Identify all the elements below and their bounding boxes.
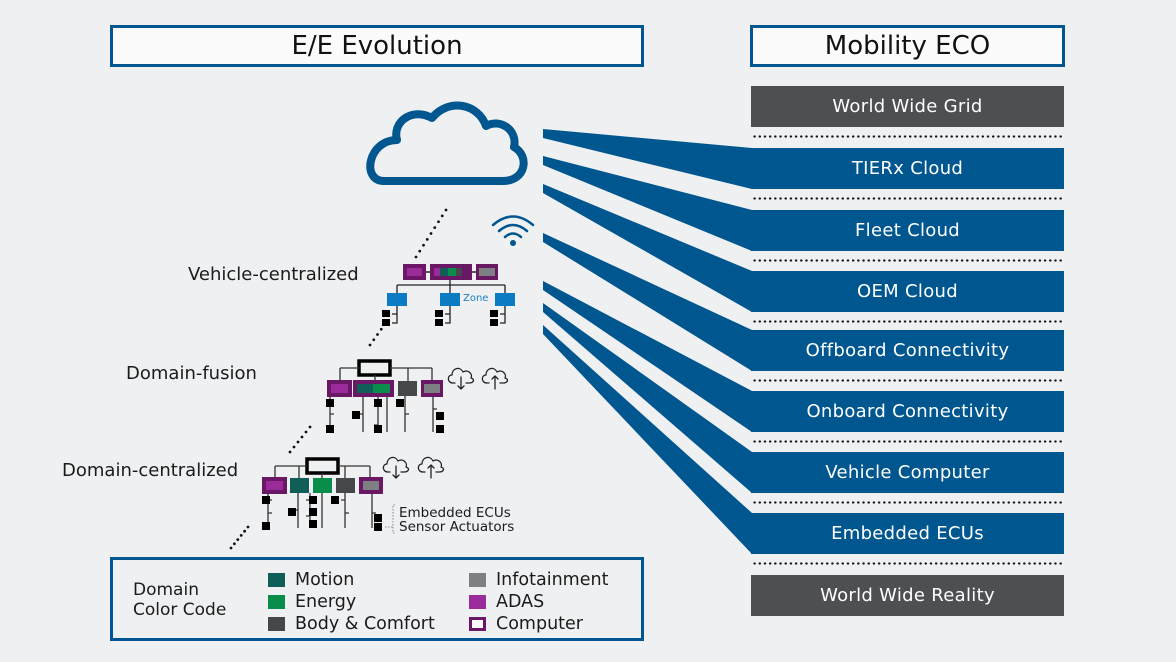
motion-swatch	[268, 573, 285, 587]
adas-swatch	[469, 595, 486, 609]
infotainment-swatch	[469, 573, 486, 587]
energy-swatch	[268, 595, 285, 609]
path-dot	[372, 338, 376, 342]
path-dot	[233, 542, 236, 546]
legend-item-body-comfort: Body & Comfort	[268, 614, 435, 634]
wifi-icon	[491, 215, 535, 246]
path-dot	[296, 440, 300, 444]
legend-item-infotainment: Infotainment	[469, 570, 608, 590]
eco-layer-world-wide-reality: World Wide Reality	[751, 575, 1064, 616]
cloud-download-icon	[382, 456, 410, 479]
path-dot	[368, 343, 372, 347]
path-dot	[300, 435, 304, 439]
path-dot	[236, 538, 240, 541]
cloud-upload-icon	[481, 367, 509, 390]
legend-item-computer: Computer	[469, 614, 583, 634]
eco-layer-oem-cloud: OEM Cloud	[751, 271, 1064, 312]
level-label-vehicle-centralized: Vehicle-centralized	[188, 264, 359, 285]
level-label-domain-centralized: Domain-centralized	[62, 460, 239, 481]
eco-layer-vehicle-computer: Vehicle Computer	[751, 452, 1064, 493]
path-dot	[246, 525, 250, 529]
computer-swatch	[469, 617, 486, 631]
layer-separator	[752, 501, 1064, 504]
layer-separator	[752, 259, 1064, 262]
domain-centralized-architecture	[262, 457, 395, 534]
eco-layer-world-wide-grid: World Wide Grid	[751, 86, 1064, 127]
path-dot	[243, 529, 247, 533]
layer-separator	[752, 320, 1064, 323]
cloud-upload-icon	[417, 456, 445, 479]
path-dot	[440, 214, 444, 218]
zone-label: Zone	[463, 293, 489, 304]
layer-separator	[752, 440, 1064, 443]
level-label-domain-fusion: Domain-fusion	[126, 363, 257, 384]
path-dot	[376, 333, 379, 336]
path-dot	[379, 327, 383, 331]
vehicle-centralized-architecture	[382, 264, 515, 326]
path-dot	[414, 255, 418, 259]
eco-layer-fleet-cloud: Fleet Cloud	[751, 210, 1064, 251]
eco-layer-tierx-cloud: TIERx Cloud	[751, 148, 1064, 189]
path-dot	[437, 220, 440, 224]
domain-color-legend: Domain Color Code Motion Energy Body & C…	[110, 557, 644, 641]
legend-title: Domain Color Code	[133, 580, 227, 620]
path-dot	[239, 534, 243, 537]
legend-item-motion: Motion	[268, 570, 354, 590]
path-dot	[292, 445, 296, 449]
sensor-actuators-annotation: Sensor Actuators	[399, 519, 515, 535]
path-dot	[422, 243, 425, 247]
cloud-icon	[366, 101, 528, 185]
path-dot	[308, 425, 312, 429]
path-dot	[304, 430, 308, 434]
path-dot	[425, 237, 429, 241]
layer-separator	[752, 562, 1064, 565]
eco-layer-embedded-ecus: Embedded ECUs	[751, 513, 1064, 554]
path-dot	[418, 249, 422, 253]
connection-beam	[543, 129, 752, 189]
layer-separator	[752, 135, 1064, 138]
cloud-download-icon	[447, 367, 475, 390]
connection-beams	[543, 129, 752, 554]
legend-item-energy: Energy	[268, 592, 356, 612]
path-dot	[444, 208, 448, 212]
computer-box	[357, 359, 392, 377]
domain-fusion-architecture	[326, 359, 444, 433]
embedded-ecus-annotation: Embedded ECUs	[399, 505, 511, 521]
path-dot	[288, 450, 292, 454]
eco-layer-offboard-connectivity: Offboard Connectivity	[751, 330, 1064, 371]
path-dot	[229, 546, 233, 550]
layer-separator	[752, 197, 1064, 200]
body-comfort-swatch	[268, 617, 285, 631]
computer-box	[305, 457, 340, 475]
path-dot	[433, 226, 437, 230]
path-dot	[429, 232, 433, 235]
eco-layer-onboard-connectivity: Onboard Connectivity	[751, 391, 1064, 432]
legend-item-adas: ADAS	[469, 592, 544, 612]
layer-separator	[752, 379, 1064, 382]
